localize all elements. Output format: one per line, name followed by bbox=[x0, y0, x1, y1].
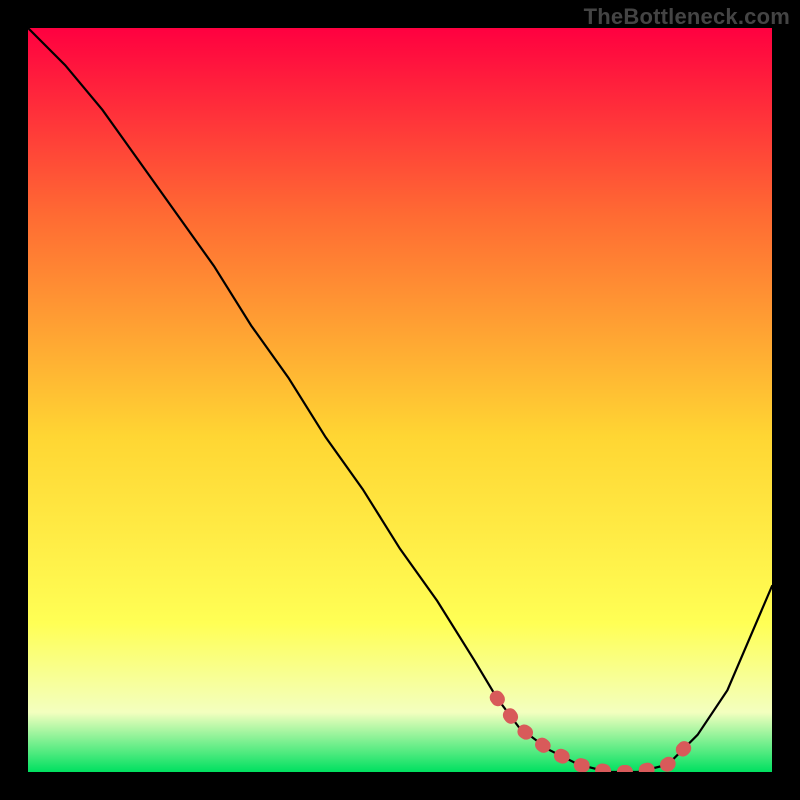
watermark-text: TheBottleneck.com bbox=[584, 4, 790, 30]
plot-area bbox=[28, 28, 772, 772]
chart-svg bbox=[28, 28, 772, 772]
gradient-background bbox=[28, 28, 772, 772]
chart-container: TheBottleneck.com bbox=[0, 0, 800, 800]
